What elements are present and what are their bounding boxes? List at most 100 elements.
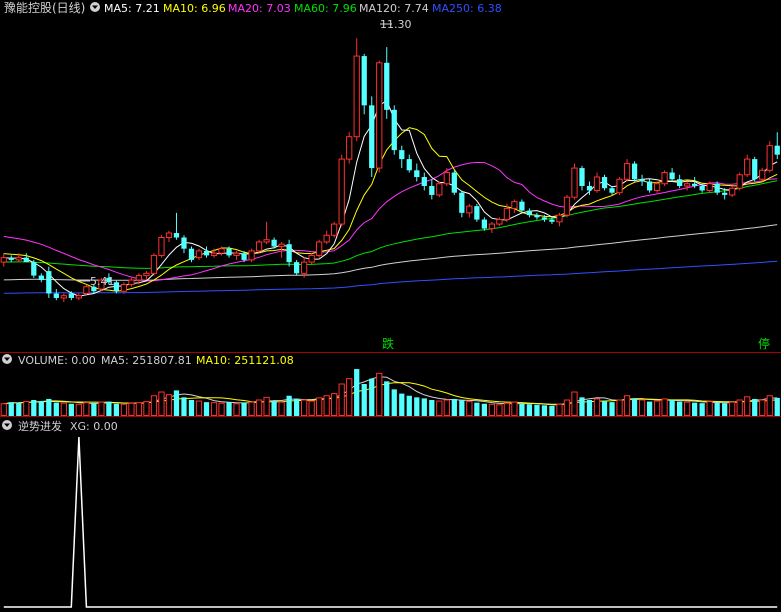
candle: [451, 170, 457, 195]
volume-bar: [278, 401, 285, 416]
volume-bar: [113, 403, 120, 416]
volume-bar: [653, 400, 661, 417]
candle: [158, 235, 165, 258]
volume-bar: [106, 401, 112, 416]
ma5-label: MA5: 7.21: [104, 2, 160, 15]
volume-bar: [286, 395, 292, 416]
volume-collapse-icon[interactable]: [2, 354, 12, 364]
low-price-label: 5.41: [90, 275, 115, 288]
volume-bar: [16, 402, 22, 416]
volume-bar: [443, 399, 450, 416]
volume-bar: [255, 399, 263, 416]
volume-bar: [706, 401, 713, 417]
candle: [766, 141, 773, 173]
volume-bar: [46, 398, 52, 416]
volume-bar: [549, 405, 555, 416]
volume-bar: [481, 403, 487, 416]
volume-bar: [744, 396, 751, 416]
volume-bar: [563, 399, 571, 416]
volume-bar: [233, 403, 240, 417]
volume-bar: [676, 401, 683, 416]
candle: [436, 181, 443, 198]
ma120-label: MA120: 7.74: [359, 2, 429, 15]
ma-indicators: MA5: 7.21 MA10: 6.96 MA20: 7.03 MA60: 7.…: [104, 2, 502, 15]
volume-bar: [323, 395, 330, 417]
volume-bar: [271, 401, 277, 416]
volume-bar: [218, 402, 225, 417]
volume-bar: [722, 403, 728, 416]
volume-bar: [436, 400, 443, 417]
volume-bar: [451, 398, 457, 416]
candle: [361, 53, 367, 115]
volume-bar: [135, 402, 143, 416]
volume-label: VOLUME: 0.00: [18, 354, 96, 367]
volume-bar: [399, 393, 405, 416]
volume-bar: [692, 402, 698, 416]
candle: [338, 154, 345, 227]
volume-bar: [165, 394, 173, 416]
volume-bar: [188, 400, 195, 416]
volume-bar: [601, 401, 608, 416]
candle: [331, 221, 338, 238]
volume-bar: [83, 402, 90, 416]
volume-bar: [226, 402, 232, 416]
limit-down-marker: 跌: [382, 336, 394, 351]
volume-bar: [143, 401, 150, 417]
volume-bar: [98, 401, 105, 416]
volume-bar: [384, 381, 390, 416]
volume-bar: [414, 397, 420, 416]
candle: [631, 161, 638, 182]
candle: [474, 203, 480, 222]
volume-bar: [766, 395, 773, 417]
high-annotation: 11.30: [380, 18, 412, 31]
candle: [188, 246, 195, 263]
ma10-label: MA10: 6.96: [163, 2, 226, 15]
volume-bar: [308, 400, 315, 417]
volume-bar: [91, 403, 97, 416]
volume-panel-header: VOLUME: 0.00 MA5: 251807.81 MA10: 251121…: [2, 354, 294, 367]
candle: [46, 266, 52, 298]
volume-bar: [556, 403, 563, 416]
volume-bar: [331, 393, 338, 417]
volume-bar: [609, 402, 615, 416]
stock-chart[interactable]: 豫能控股(日线) MA5: 7.21 MA10: 6.96 MA20: 7.03…: [0, 0, 781, 612]
candle: [736, 172, 743, 191]
volume-bar: [593, 398, 601, 416]
volume-bar: [736, 399, 743, 416]
volume-bar: [31, 400, 37, 416]
volume-bar: [376, 372, 383, 417]
volume-bar: [173, 390, 180, 416]
volume-bar: [661, 398, 668, 416]
candle: [369, 96, 375, 178]
volume-bar: [534, 404, 540, 416]
candle: [616, 177, 623, 195]
xg-title: 逆势进发: [18, 419, 62, 433]
volume-bar: [752, 398, 758, 416]
volume-bar: [158, 391, 165, 416]
candle: [346, 132, 353, 164]
collapse-toggle-icon[interactable]: [90, 2, 100, 12]
svg-text:VOLUME: 0.00 MA5: 251807: VOLUME: 0.00 MA5: 251807.81 MA10: 251121…: [18, 354, 294, 367]
candle: [376, 60, 383, 173]
volume-bar: [263, 396, 270, 417]
volume-bar: [421, 398, 427, 416]
candle: [759, 168, 766, 182]
xg-label: XG: 0.00: [70, 420, 118, 433]
volume-bar: [714, 402, 720, 416]
xg-panel-header: 逆势进发 XG: 0.00: [2, 419, 118, 433]
limit-up-marker: 停: [758, 336, 770, 351]
volume-bar: [338, 383, 345, 416]
volume-bar: [579, 397, 585, 416]
volume-bar: [8, 402, 14, 416]
candle: [752, 156, 758, 182]
ma20-label: MA20: 7.03: [228, 2, 291, 15]
candle: [150, 253, 158, 276]
volume-bar: [248, 401, 255, 416]
stock-title: 豫能控股(日线): [4, 1, 85, 15]
volume-bar: [759, 399, 766, 416]
candle: [391, 105, 397, 155]
volume-bar: [120, 403, 128, 416]
xg-collapse-icon[interactable]: [2, 420, 12, 430]
volume-bar: [474, 402, 480, 416]
volume-bar: [699, 403, 705, 416]
